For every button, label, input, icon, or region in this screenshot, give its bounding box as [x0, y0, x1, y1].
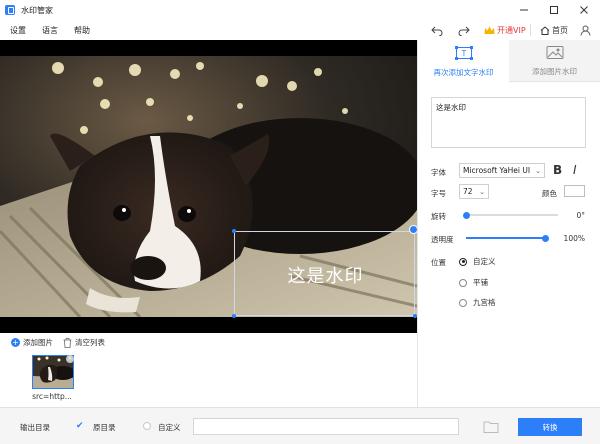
toolbar-divider — [530, 24, 531, 36]
image-watermark-icon — [546, 45, 563, 59]
position-custom-radio[interactable]: 自定义 — [459, 256, 496, 267]
rotate-handle[interactable] — [409, 225, 417, 234]
redo-icon[interactable] — [457, 24, 471, 38]
convert-button[interactable]: 转换 — [518, 418, 582, 436]
plus-icon: + — [11, 338, 20, 347]
position-grid-label: 九宫格 — [473, 298, 496, 307]
color-label: 颜色 — [542, 189, 557, 198]
italic-button[interactable]: I — [573, 163, 577, 177]
opacity-slider-fill — [466, 237, 545, 239]
output-path-input[interactable] — [193, 418, 459, 435]
clear-list-button[interactable]: 清空列表 — [63, 337, 105, 348]
watermark-text[interactable]: 这是水印 — [235, 232, 416, 317]
minimize-icon[interactable] — [509, 0, 539, 20]
custom-dir-radio[interactable] — [143, 422, 151, 430]
position-label: 位置 — [431, 258, 446, 267]
image-canvas[interactable]: 这是水印 — [0, 40, 417, 333]
add-image-button[interactable]: + 添加图片 — [11, 337, 53, 348]
menu-settings[interactable]: 设置 — [10, 25, 26, 36]
custom-dir-label[interactable]: 自定义 — [158, 422, 181, 433]
position-tile-label: 平铺 — [473, 278, 488, 287]
position-grid-radio[interactable]: 九宫格 — [459, 297, 496, 308]
original-dir-label[interactable]: 原目录 — [93, 422, 116, 433]
resize-handle[interactable] — [232, 314, 236, 318]
tab-text-watermark[interactable]: T 再次添加文字水印 — [418, 40, 509, 82]
radio-dot — [459, 298, 467, 307]
tab-image-watermark[interactable]: 添加图片水印 — [509, 40, 600, 82]
window-title: 水印管家 — [21, 5, 53, 15]
settings-panel: T 再次添加文字水印 添加图片水印 这是水印 字体 Microsoft YaHe… — [417, 40, 600, 407]
menu-help[interactable]: 帮助 — [74, 25, 90, 36]
close-icon[interactable] — [569, 0, 599, 20]
home-button[interactable]: 首页 — [540, 25, 568, 36]
color-picker[interactable] — [564, 185, 585, 197]
home-icon — [540, 26, 550, 35]
watermark-text-input[interactable]: 这是水印 — [431, 97, 586, 148]
opacity-label: 透明度 — [431, 235, 454, 244]
rotation-label: 旋转 — [431, 212, 446, 221]
folder-browse-icon[interactable] — [483, 419, 499, 434]
chevron-down-icon: ⌄ — [535, 166, 541, 175]
position-tile-radio[interactable]: 平铺 — [459, 277, 488, 288]
size-value: 72 — [463, 187, 473, 196]
watermark-bounding-box[interactable]: 这是水印 — [234, 231, 415, 316]
output-bar: 输出目录 ✔ 原目录 自定义 转换 — [0, 407, 600, 444]
menu-language[interactable]: 语言 — [42, 25, 58, 36]
svg-text:T: T — [461, 49, 466, 58]
output-dir-label: 输出目录 — [20, 423, 50, 432]
rotation-value: 0° — [576, 211, 585, 220]
tab-image-watermark-label: 添加图片水印 — [532, 66, 577, 76]
bold-button[interactable]: B — [553, 163, 562, 177]
chevron-down-icon: ⌄ — [479, 187, 485, 196]
font-value: Microsoft YaHei UI — [463, 166, 531, 175]
text-watermark-icon: T — [454, 45, 473, 60]
position-custom-label: 自定义 — [473, 257, 496, 266]
add-image-label: 添加图片 — [23, 338, 53, 347]
watermark-tabs: T 再次添加文字水印 添加图片水印 — [418, 40, 600, 82]
home-label: 首页 — [552, 26, 568, 35]
opacity-value: 100% — [563, 234, 585, 243]
opacity-slider[interactable] — [466, 234, 549, 242]
remove-thumbnail-icon[interactable]: × — [66, 355, 74, 363]
size-label: 字号 — [431, 189, 446, 198]
size-select[interactable]: 72 ⌄ — [459, 184, 489, 199]
font-label: 字体 — [431, 168, 446, 177]
tab-text-watermark-label: 再次添加文字水印 — [433, 67, 494, 77]
radio-dot — [459, 278, 467, 287]
clear-list-label: 清空列表 — [75, 338, 105, 347]
user-icon[interactable] — [578, 23, 592, 37]
trash-icon — [63, 337, 72, 348]
rotation-slider[interactable] — [462, 211, 558, 219]
crown-icon — [484, 26, 495, 34]
original-dir-check-icon[interactable]: ✔ — [76, 421, 84, 431]
opacity-slider-knob[interactable] — [541, 234, 549, 242]
font-select[interactable]: Microsoft YaHei UI ⌄ — [459, 163, 545, 178]
rotation-slider-knob[interactable] — [462, 211, 470, 219]
undo-icon[interactable] — [430, 24, 444, 38]
maximize-icon[interactable] — [539, 0, 569, 20]
thumbnail-caption: src=http... — [32, 392, 72, 401]
vip-button[interactable]: 开通VIP — [484, 25, 526, 36]
resize-handle[interactable] — [232, 229, 236, 233]
app-logo-icon — [5, 5, 15, 15]
radio-dot — [459, 257, 467, 266]
vip-label: 开通VIP — [497, 26, 526, 35]
